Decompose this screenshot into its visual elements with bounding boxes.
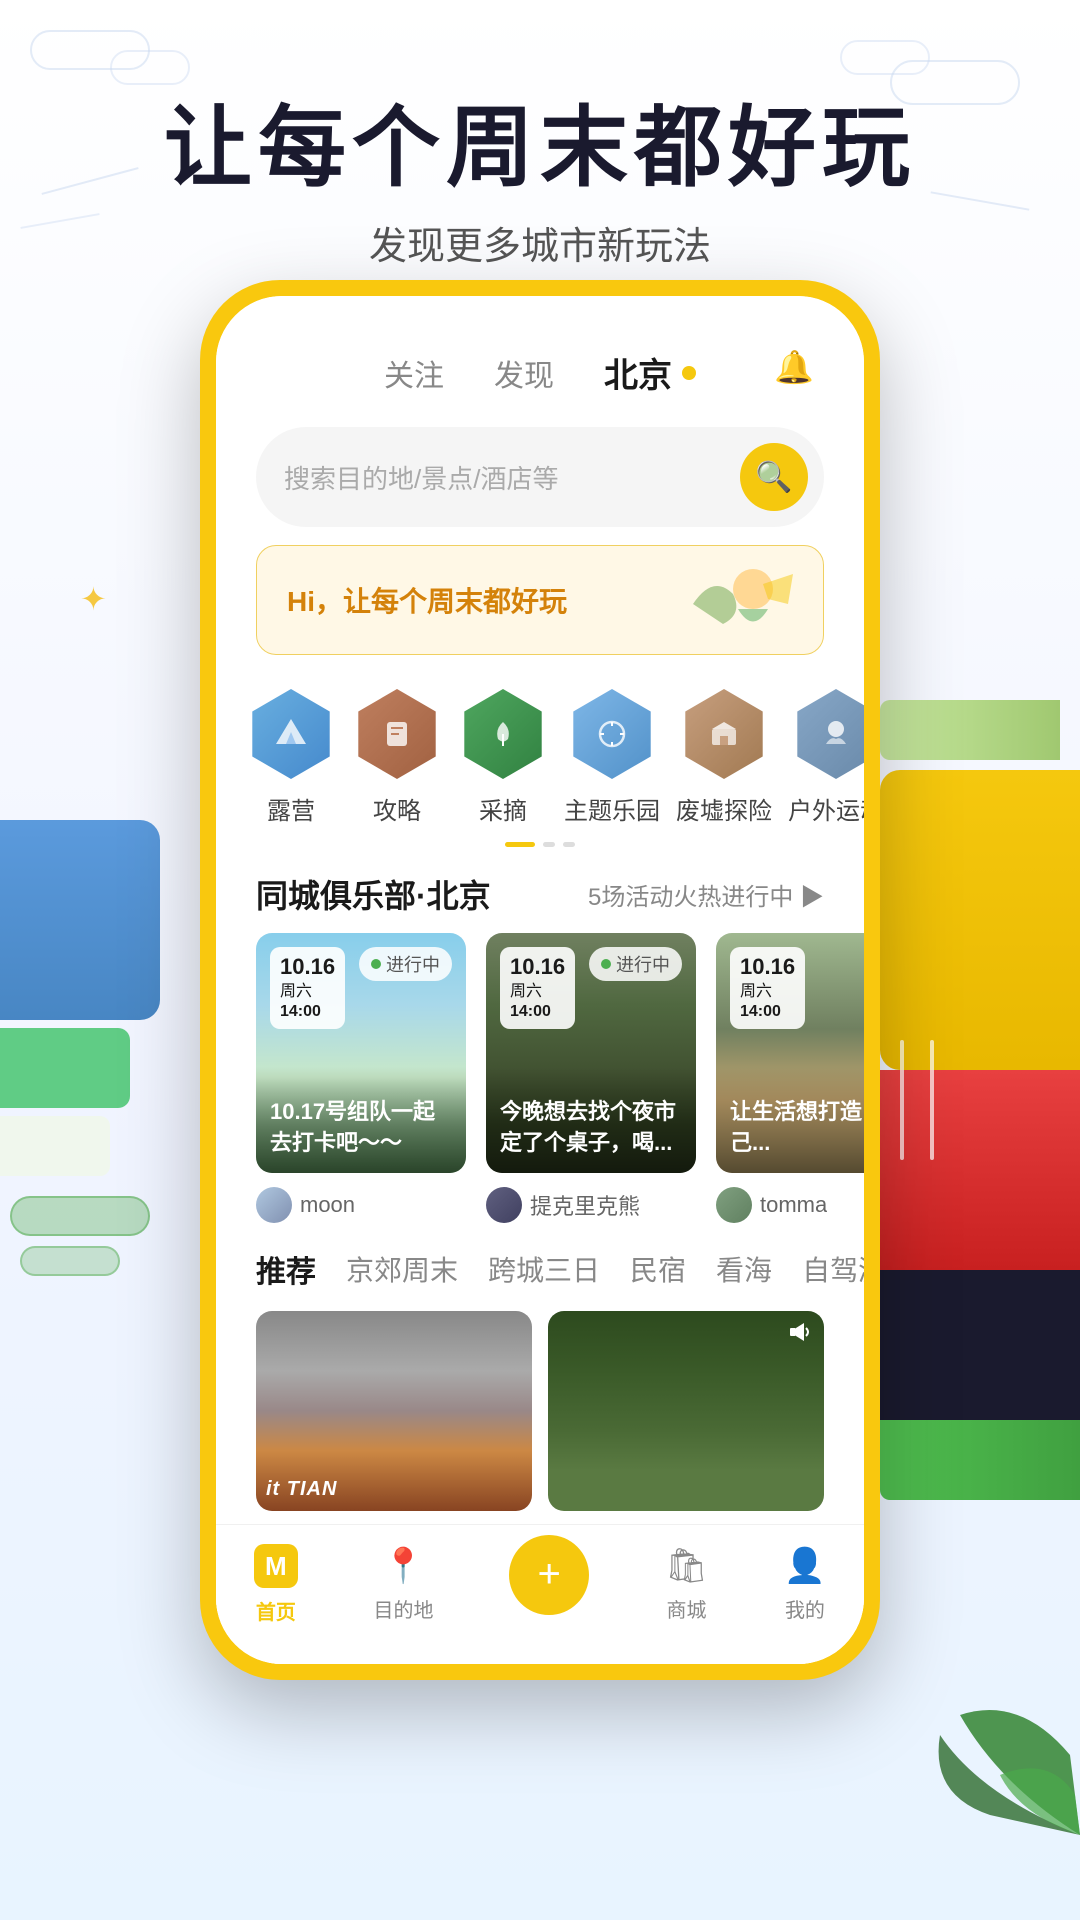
profile-icon: 👤 [784, 1546, 826, 1586]
headline-sub: 发现更多城市新玩法 [0, 215, 1080, 270]
date-box-1: 10.16 周六 14:00 [270, 947, 345, 1029]
tab-destination[interactable]: 📍 目的地 [374, 1546, 434, 1623]
activity-scroll: 10.16 周六 14:00 进行中 10.17号组队一起去打卡吧～～ [216, 933, 864, 1173]
tab-profile[interactable]: 👤 我的 [784, 1546, 826, 1623]
search-button[interactable]: 🔍 [740, 443, 808, 511]
nav-follow[interactable]: 关注 [384, 351, 444, 395]
activity-card-3[interactable]: 10.16 周六 14:00 让生活想打造自己... [716, 933, 864, 1173]
content-card-2[interactable] [548, 1311, 824, 1511]
category-ruins[interactable]: 废墟探险 [676, 689, 772, 826]
theme-park-label: 主题乐园 [564, 791, 660, 826]
category-picking[interactable]: 采摘 [458, 689, 548, 826]
left-decoration [0, 820, 160, 1276]
bottom-nav: M 首页 📍 目的地 + 🛍 商城 👤 我的 [216, 1524, 864, 1664]
shop-icon: 🛍 [665, 1546, 708, 1586]
nav-city[interactable]: 北京 [604, 348, 696, 397]
right-decoration [880, 700, 1080, 1500]
outdoor-label: 户外运动 [788, 791, 864, 826]
tab-road-trip[interactable]: 自驾游 [802, 1249, 864, 1289]
activity-title-3: 让生活想打造自己... [730, 1097, 864, 1159]
theme-park-icon [567, 689, 657, 779]
category-theme-park[interactable]: 主题乐园 [564, 689, 660, 826]
headline-section: 让每个周末都好玩 发现更多城市新玩法 [0, 100, 1080, 270]
avatar-1 [256, 1187, 292, 1223]
phone-mockup: 关注 发现 北京 🔔 搜索目的地/景点/酒店等 🔍 Hi，让每个周末都好玩 [200, 280, 880, 1680]
shop-label: 商城 [666, 1594, 706, 1623]
activity-title-1: 10.17号组队一起去打卡吧～～ [270, 1097, 452, 1159]
tab-home[interactable]: M 首页 [254, 1544, 298, 1625]
content-grid: it TIAN [216, 1291, 864, 1511]
status-badge-1: 进行中 [359, 947, 452, 981]
activity-overlay-2: 今晚想去找个夜市定了个桌子，喝... [486, 1067, 696, 1173]
camping-icon [246, 689, 336, 779]
tab-sea[interactable]: 看海 [716, 1249, 772, 1289]
top-nav: 关注 发现 北京 🔔 [216, 296, 864, 417]
leaf-decoration [900, 1635, 1080, 1840]
avatar-3 [716, 1187, 752, 1223]
user-info-1: moon [256, 1187, 466, 1223]
username-1: moon [300, 1192, 355, 1218]
home-label: 首页 [256, 1596, 296, 1625]
headline-main: 让每个周末都好玩 [0, 100, 1080, 197]
guide-icon [352, 689, 442, 779]
location-indicator [682, 366, 696, 380]
search-icon: 🔍 [755, 460, 792, 495]
username-3: tomma [760, 1192, 827, 1218]
username-2: 提克里克熊 [530, 1189, 640, 1221]
date-box-3: 10.16 周六 14:00 [730, 947, 805, 1029]
date-box-2: 10.16 周六 14:00 [500, 947, 575, 1029]
search-bar[interactable]: 搜索目的地/景点/酒店等 🔍 [256, 427, 824, 527]
category-section: 露营 攻略 采摘 [216, 679, 864, 847]
activity-card-1[interactable]: 10.16 周六 14:00 进行中 10.17号组队一起去打卡吧～～ [256, 933, 466, 1173]
ruins-icon [679, 689, 769, 779]
phone-inner: 关注 发现 北京 🔔 搜索目的地/景点/酒店等 🔍 Hi，让每个周末都好玩 [216, 296, 864, 1664]
outdoor-icon [791, 689, 864, 779]
ruins-label: 废墟探险 [676, 791, 772, 826]
category-guide[interactable]: 攻略 [352, 689, 442, 826]
notification-bell-icon[interactable]: 🔔 [774, 348, 814, 386]
rec-tabs: 推荐 京郊周末 跨城三日 民宿 看海 自驾游 [216, 1223, 864, 1291]
activity-title-2: 今晚想去找个夜市定了个桌子，喝... [500, 1097, 682, 1159]
avatar-2 [486, 1187, 522, 1223]
home-icon: M [254, 1544, 298, 1588]
tab-homestay[interactable]: 民宿 [630, 1249, 686, 1289]
picking-label: 采摘 [479, 791, 527, 826]
guide-label: 攻略 [373, 791, 421, 826]
club-more[interactable]: 5场活动火热进行中 ▶ [588, 877, 824, 912]
activity-card-2[interactable]: 10.16 周六 14:00 进行中 今晚想去找个夜市定了个桌子，喝... [486, 933, 696, 1173]
tab-beijing-suburb[interactable]: 京郊周末 [346, 1249, 458, 1289]
picking-icon [458, 689, 548, 779]
activity-overlay-3: 让生活想打造自己... [716, 1067, 864, 1173]
destination-icon: 📍 [382, 1546, 424, 1586]
activity-overlay-1: 10.17号组队一起去打卡吧～～ [256, 1067, 466, 1173]
category-outdoor[interactable]: 户外运动 [788, 689, 864, 826]
dot-2 [563, 842, 575, 847]
club-title: 同城俱乐部·北京 [256, 871, 491, 917]
destination-label: 目的地 [374, 1594, 434, 1623]
banner-text: Hi，让每个周末都好玩 [287, 580, 567, 620]
user-info-3: tomma [716, 1187, 864, 1223]
category-row: 露营 攻略 采摘 [246, 689, 834, 826]
app-content: 关注 发现 北京 🔔 搜索目的地/景点/酒店等 🔍 Hi，让每个周末都好玩 [216, 296, 864, 1664]
sound-icon [788, 1321, 814, 1349]
tab-add[interactable]: + [509, 1535, 589, 1635]
status-badge-2: 进行中 [589, 947, 682, 981]
tab-recommend[interactable]: 推荐 [256, 1247, 316, 1291]
tab-shop[interactable]: 🛍 商城 [665, 1546, 708, 1623]
dot-active [505, 842, 535, 847]
category-camping[interactable]: 露营 [246, 689, 336, 826]
club-section-header: 同城俱乐部·北京 5场活动火热进行中 ▶ [216, 847, 864, 933]
camping-label: 露营 [267, 791, 315, 826]
tab-cross-city[interactable]: 跨城三日 [488, 1249, 600, 1289]
banner[interactable]: Hi，让每个周末都好玩 [256, 545, 824, 655]
content-card-1[interactable]: it TIAN [256, 1311, 532, 1511]
profile-label: 我的 [785, 1594, 825, 1623]
card-overlay-text: it TIAN [266, 1478, 337, 1501]
search-placeholder: 搜索目的地/景点/酒店等 [284, 459, 730, 496]
add-icon: + [509, 1535, 589, 1615]
user-info-2: 提克里克熊 [486, 1187, 696, 1223]
nav-discover[interactable]: 发现 [494, 351, 554, 395]
dot-1 [543, 842, 555, 847]
activity-user-row: moon 提克里克熊 tomma [216, 1173, 864, 1223]
